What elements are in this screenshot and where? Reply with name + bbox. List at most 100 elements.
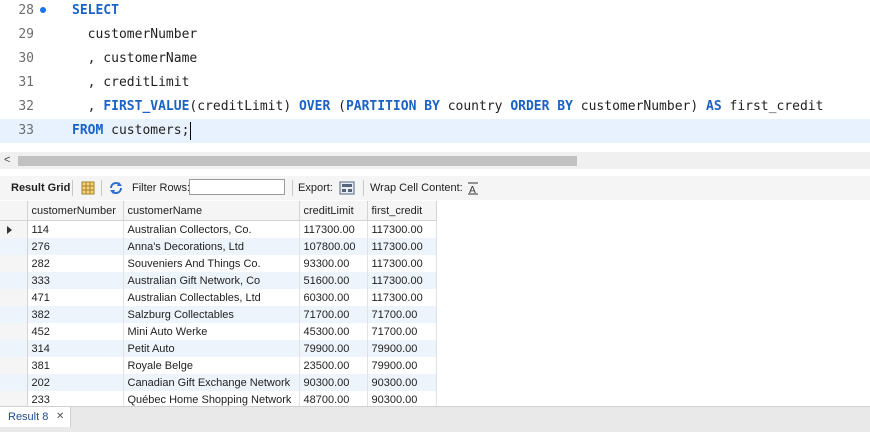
table-cell[interactable]: 45300.00 [299,323,368,340]
table-cell[interactable]: Mini Auto Werke [123,323,300,340]
row-selector[interactable] [0,306,28,323]
grid-view-icon[interactable] [80,180,96,196]
table-cell[interactable]: 71700.00 [367,306,437,323]
editor-line[interactable]: 33 FROM customers; [0,119,870,143]
line-number: 34 [0,143,34,147]
table-cell[interactable]: 333 [27,272,124,289]
table-cell[interactable]: Souveniers And Things Co. [123,255,300,272]
editor-line[interactable]: 34 [0,143,870,147]
row-selector[interactable] [0,323,28,340]
column-header-creditlimit[interactable]: creditLimit [299,201,368,221]
table-cell[interactable]: 381 [27,357,124,374]
editor-line[interactable]: 32 , FIRST_VALUE(creditLimit) OVER (PART… [0,95,870,119]
scrollbar-thumb[interactable] [18,156,577,166]
table-cell[interactable]: Petit Auto [123,340,300,357]
table-row[interactable]: 114 Australian Collectors, Co. 117300.00 11… [0,220,437,238]
table-row[interactable]: 202 Canadian Gift Exchange Network 90300.0… [0,374,437,391]
refresh-icon[interactable] [108,180,124,196]
table-row[interactable]: 452 Mini Auto Werke 45300.00 71700.00 [0,323,437,340]
column-header-first-credit[interactable]: first_credit [367,201,437,221]
table-cell[interactable]: 107800.00 [299,238,368,255]
code-text[interactable]: SELECT [72,0,119,23]
table-cell[interactable]: 23500.00 [299,357,368,374]
table-row[interactable]: 233 Québec Home Shopping Network 48700.00 9… [0,391,437,406]
table-cell[interactable]: 117300.00 [299,220,368,238]
editor-horizontal-scrollbar[interactable]: < [0,152,870,169]
table-cell[interactable]: 233 [27,391,124,406]
table-row[interactable]: 282 Souveniers And Things Co. 93300.00 1173… [0,255,437,272]
table-cell[interactable]: 79900.00 [367,340,437,357]
editor-line[interactable]: 29 customerNumber [0,23,870,47]
table-cell[interactable]: Australian Collectables, Ltd [123,289,300,306]
table-cell[interactable]: 60300.00 [299,289,368,306]
row-selector[interactable] [0,340,28,357]
row-selector[interactable] [0,357,28,374]
table-cell[interactable]: 114 [27,220,124,238]
result-8-tab[interactable]: Result 8 ✕ [0,407,71,427]
editor-line[interactable]: 28 SELECT [0,0,870,23]
table-cell[interactable]: Anna's Decorations, Ltd [123,238,300,255]
table-cell[interactable]: Australian Gift Network, Co [123,272,300,289]
table-cell[interactable]: 117300.00 [367,289,437,306]
table-cell[interactable]: 282 [27,255,124,272]
table-row[interactable]: 276 Anna's Decorations, Ltd 107800.00 11730… [0,238,437,255]
table-row[interactable]: 471 Australian Collectables, Ltd 60300.00 1… [0,289,437,306]
text-cursor [190,121,192,140]
table-cell[interactable]: Québec Home Shopping Network [123,391,300,406]
table-cell[interactable]: 90300.00 [367,374,437,391]
table-cell[interactable]: 48700.00 [299,391,368,406]
table-cell[interactable]: Canadian Gift Exchange Network [123,374,300,391]
table-cell[interactable]: 93300.00 [299,255,368,272]
table-row[interactable]: 333 Australian Gift Network, Co 51600.00 11… [0,272,437,289]
table-row[interactable]: 382 Salzburg Collectables 71700.00 71700.00 [0,306,437,323]
code-text[interactable]: FROM customers; [72,119,192,143]
column-header-customernumber[interactable]: customerNumber [27,201,124,221]
wrap-cell-content-icon[interactable]: A [465,180,481,196]
code-text[interactable]: , FIRST_VALUE(creditLimit) OVER (PARTITI… [72,95,824,119]
editor-line[interactable]: 30 , customerName [0,47,870,71]
table-cell[interactable]: 79900.00 [299,340,368,357]
row-selector[interactable] [0,391,28,406]
table-cell[interactable]: 452 [27,323,124,340]
scroll-left-arrow-icon[interactable]: < [4,153,10,168]
row-selector[interactable] [0,220,28,238]
sql-editor[interactable]: 28 SELECT 29 customerNumber 30 , customerNa… [0,0,870,147]
table-cell[interactable]: 471 [27,289,124,306]
row-selector[interactable] [0,255,28,272]
table-row[interactable]: 381 Royale Belge 23500.00 79900.00 [0,357,437,374]
result-grid[interactable]: customerNumber customerName creditLimit … [0,201,870,406]
editor-line[interactable]: 31 , creditLimit [0,71,870,95]
result-grid-tab[interactable]: Result Grid [11,176,70,200]
wrap-cell-content-label: Wrap Cell Content: [370,182,463,194]
export-icon[interactable] [339,180,355,196]
table-cell[interactable]: 71700.00 [367,323,437,340]
table-cell[interactable]: 117300.00 [367,255,437,272]
table-cell[interactable]: 90300.00 [367,391,437,406]
close-icon[interactable]: ✕ [56,407,64,427]
table-cell[interactable]: 276 [27,238,124,255]
filter-rows-input[interactable] [189,179,285,195]
table-cell[interactable]: 117300.00 [367,220,437,238]
table-cell[interactable]: 314 [27,340,124,357]
table-row[interactable]: 314 Petit Auto 79900.00 79900.00 [0,340,437,357]
table-cell[interactable]: Australian Collectors, Co. [123,220,300,238]
table-cell[interactable]: 90300.00 [299,374,368,391]
code-text[interactable]: , creditLimit [72,71,190,95]
row-selector[interactable] [0,272,28,289]
table-cell[interactable]: 51600.00 [299,272,368,289]
table-cell[interactable]: 71700.00 [299,306,368,323]
table-cell[interactable]: 79900.00 [367,357,437,374]
row-header-corner[interactable] [0,201,28,221]
table-cell[interactable]: Salzburg Collectables [123,306,300,323]
row-selector[interactable] [0,289,28,306]
code-text[interactable]: , customerName [72,47,198,71]
table-cell[interactable]: 117300.00 [367,238,437,255]
row-selector[interactable] [0,238,28,255]
table-cell[interactable]: 202 [27,374,124,391]
row-selector[interactable] [0,374,28,391]
table-cell[interactable]: 117300.00 [367,272,437,289]
table-cell[interactable]: Royale Belge [123,357,300,374]
table-cell[interactable]: 382 [27,306,124,323]
code-text[interactable]: customerNumber [72,23,198,47]
column-header-customername[interactable]: customerName [123,201,300,221]
